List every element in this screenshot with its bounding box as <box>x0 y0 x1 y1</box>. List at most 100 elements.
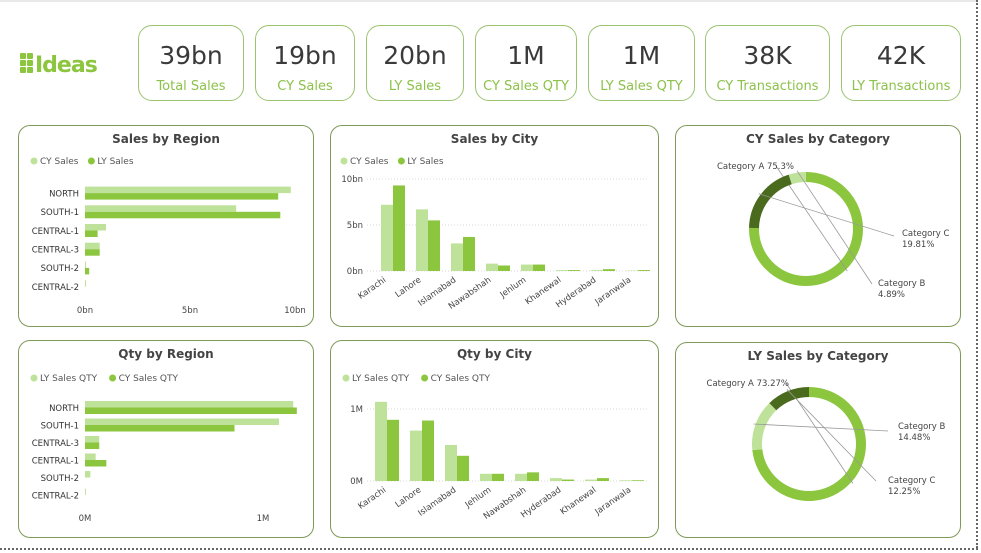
bar-cy-sales-qty-hyderabad <box>562 479 574 481</box>
bar-ly-sales-qty-central-3 <box>85 436 100 443</box>
chart-card-cy-sales-by-category[interactable]: CY Sales by Category Category A 75.3% Cat… <box>675 125 961 327</box>
y-tick-label: 1M <box>350 405 363 415</box>
kpi-card-ly-sales-qty[interactable]: 1M LY Sales QTY <box>588 25 695 101</box>
bar-cy-sales-karachi <box>381 204 393 271</box>
kpi-card-ly-sales[interactable]: 20bn LY Sales <box>366 25 464 101</box>
data-label-category-b: 4.89% <box>878 290 905 300</box>
bar-cy-sales-qty-nawabshah <box>527 472 539 481</box>
bar-cy-sales-qty-islamabad <box>457 455 469 481</box>
data-label-category-a: Category A 73.27% <box>707 379 789 389</box>
bar-ly-sales-qty-jaranwala <box>620 480 632 481</box>
ideas-logo: Ideas <box>20 48 126 78</box>
bar-ly-sales-south-2 <box>85 267 90 275</box>
bar-cy-sales-south-2 <box>85 261 87 268</box>
kpi-value: 1M <box>507 41 545 70</box>
x-tick-label-karachi: Karachi <box>356 485 388 511</box>
kpi-card-cy-sales[interactable]: 19bn CY Sales <box>255 25 355 101</box>
bar-ly-sales-hyderabad <box>603 269 615 271</box>
chart-card-sales-by-city[interactable]: Sales by City CY Sales LY Sales 0bn 5bn 10bn… <box>330 125 659 327</box>
chart-card-qty-by-city[interactable]: Qty by City LY Sales QTY CY Sales QTY 0M 1M… <box>330 340 659 538</box>
kpi-label: LY Transactions <box>851 79 951 94</box>
bar-cy-sales-qty-lahore <box>422 420 434 481</box>
y-tick-label: 0bn <box>347 267 363 277</box>
data-label-category-c: Category C <box>902 229 950 239</box>
bar-ly-sales-nawabshah <box>498 265 510 271</box>
category-label-south-1: SOUTH-1 <box>41 208 79 218</box>
y-tick-label: 5bn <box>347 221 363 231</box>
kpi-card-cy-transactions[interactable]: 38K CY Transactions <box>705 25 830 101</box>
donut-slice-category-c <box>749 174 792 229</box>
x-tick-label-jehlum: Jehlum <box>498 275 528 300</box>
bar-ly-sales-jaranwala <box>638 270 650 271</box>
bar-ly-sales-central-1 <box>85 230 98 237</box>
legend-label-ly-sales-qty: LY Sales QTY <box>352 374 410 384</box>
bar-ly-sales-qty-central-2 <box>85 488 86 495</box>
category-label-central-2: CENTRAL-2 <box>32 283 79 293</box>
x-tick-label-islamabad: Islamabad <box>416 485 458 518</box>
canvas-border-bottom <box>0 548 978 550</box>
bar-ly-sales-qty-karachi <box>375 401 387 481</box>
kpi-label: CY Transactions <box>716 79 819 94</box>
category-label-north: NORTH <box>49 189 79 199</box>
kpi-label: LY Sales QTY <box>600 79 683 94</box>
legend-label-cy-sales: CY Sales <box>350 157 389 167</box>
bar-cy-sales-qty-central-1 <box>85 460 107 467</box>
kpi-value: 38K <box>743 41 792 70</box>
chart-svg: CY Sales LY Sales NORTH SOUTH-1 CENTRAL-1 CEN… <box>30 157 306 316</box>
kpi-card-total-sales[interactable]: 39bn Total Sales <box>138 25 244 101</box>
legend-marker-ly-sales <box>397 157 405 165</box>
legend-marker-ly-sales <box>87 157 95 165</box>
bar-ly-sales-karachi <box>393 185 405 271</box>
y-tick-label: 0M <box>350 477 363 487</box>
category-label-south-1: SOUTH-1 <box>41 421 79 431</box>
chart-svg: CY Sales LY Sales0bn5bn10bnKarachi LahoreI… <box>340 157 650 312</box>
legend-label-cy-sales-qty: CY Sales QTY <box>431 374 491 384</box>
bar-ly-sales-qty-south-1 <box>85 418 280 425</box>
chart-card-qty-by-region[interactable]: Qty by Region LY Sales QTY CY Sales QTY NO… <box>18 340 314 538</box>
bar-cy-sales-central-3 <box>85 242 100 250</box>
kpi-label: CY Sales QTY <box>483 79 569 94</box>
leader-line-category-b <box>753 423 889 432</box>
chart-card-ly-sales-by-category[interactable]: LY Sales by Category Category A 73.27% Ca… <box>675 342 961 538</box>
data-label-category-c: 12.25% <box>888 487 920 497</box>
x-tick-label-lahore: Lahore <box>394 275 424 300</box>
data-label-category-c: Category C <box>888 476 936 486</box>
legend-label-cy-sales: CY Sales <box>40 157 79 167</box>
legend-label-ly-sales: LY Sales <box>407 157 443 167</box>
bar-cy-sales-jehlum <box>521 264 533 271</box>
bar-cy-sales-central-2 <box>85 280 87 287</box>
bar-ly-sales-qty-nawabshah <box>515 473 527 481</box>
bar-cy-sales-south-1 <box>85 205 237 212</box>
bar-ly-sales-qty-lahore <box>410 430 422 481</box>
bar-ly-sales-qty-islamabad <box>445 445 457 481</box>
chart-svg: LY Sales QTY CY Sales QTY 0M 1M Karachi Lahor… <box>342 374 647 522</box>
kpi-value: 42K <box>876 41 926 70</box>
bar-cy-sales-north <box>85 186 291 194</box>
legend-marker-cy-sales <box>30 157 38 165</box>
kpi-value: 20bn <box>383 41 447 70</box>
bar-ly-sales-qty-khanewal <box>585 479 597 481</box>
bar-cy-sales-qty-north <box>85 407 297 414</box>
chart-card-sales-by-region[interactable]: Sales by Region CY Sales LY Sales NORTH SOU… <box>18 125 314 327</box>
x-tick-label-jaranwala: Jaranwala <box>593 485 634 518</box>
bar-cy-sales-qty-central-3 <box>85 442 100 449</box>
x-tick-label: 5bn <box>182 306 198 316</box>
kpi-value: 39bn <box>159 41 223 70</box>
category-label-south-2: SOUTH-2 <box>41 264 79 274</box>
x-tick-label: 0M <box>79 514 92 524</box>
bar-cy-sales-nawabshah <box>486 263 498 271</box>
kpi-label: CY Sales <box>277 79 333 94</box>
kpi-card-ly-transactions[interactable]: 42K LY Transactions <box>841 25 961 101</box>
donut-slice-category-b <box>752 403 777 451</box>
category-label-south-2: SOUTH-2 <box>41 474 79 484</box>
kpi-card-cy-sales-qty[interactable]: 1M CY Sales QTY <box>475 25 577 101</box>
category-label-central-2: CENTRAL-2 <box>32 491 79 501</box>
bar-ly-sales-qty-south-2 <box>85 471 91 478</box>
legend-label-ly-sales-qty: LY Sales QTY <box>40 374 98 384</box>
donut-slice-category-c <box>769 387 810 411</box>
kpi-label: Total Sales <box>156 79 226 94</box>
bar-cy-sales-hyderabad <box>591 270 603 271</box>
kpi-value: 19bn <box>273 41 337 70</box>
bar-ly-sales-qty-central-1 <box>85 453 96 460</box>
bar-ly-sales-khanewal <box>568 270 580 271</box>
